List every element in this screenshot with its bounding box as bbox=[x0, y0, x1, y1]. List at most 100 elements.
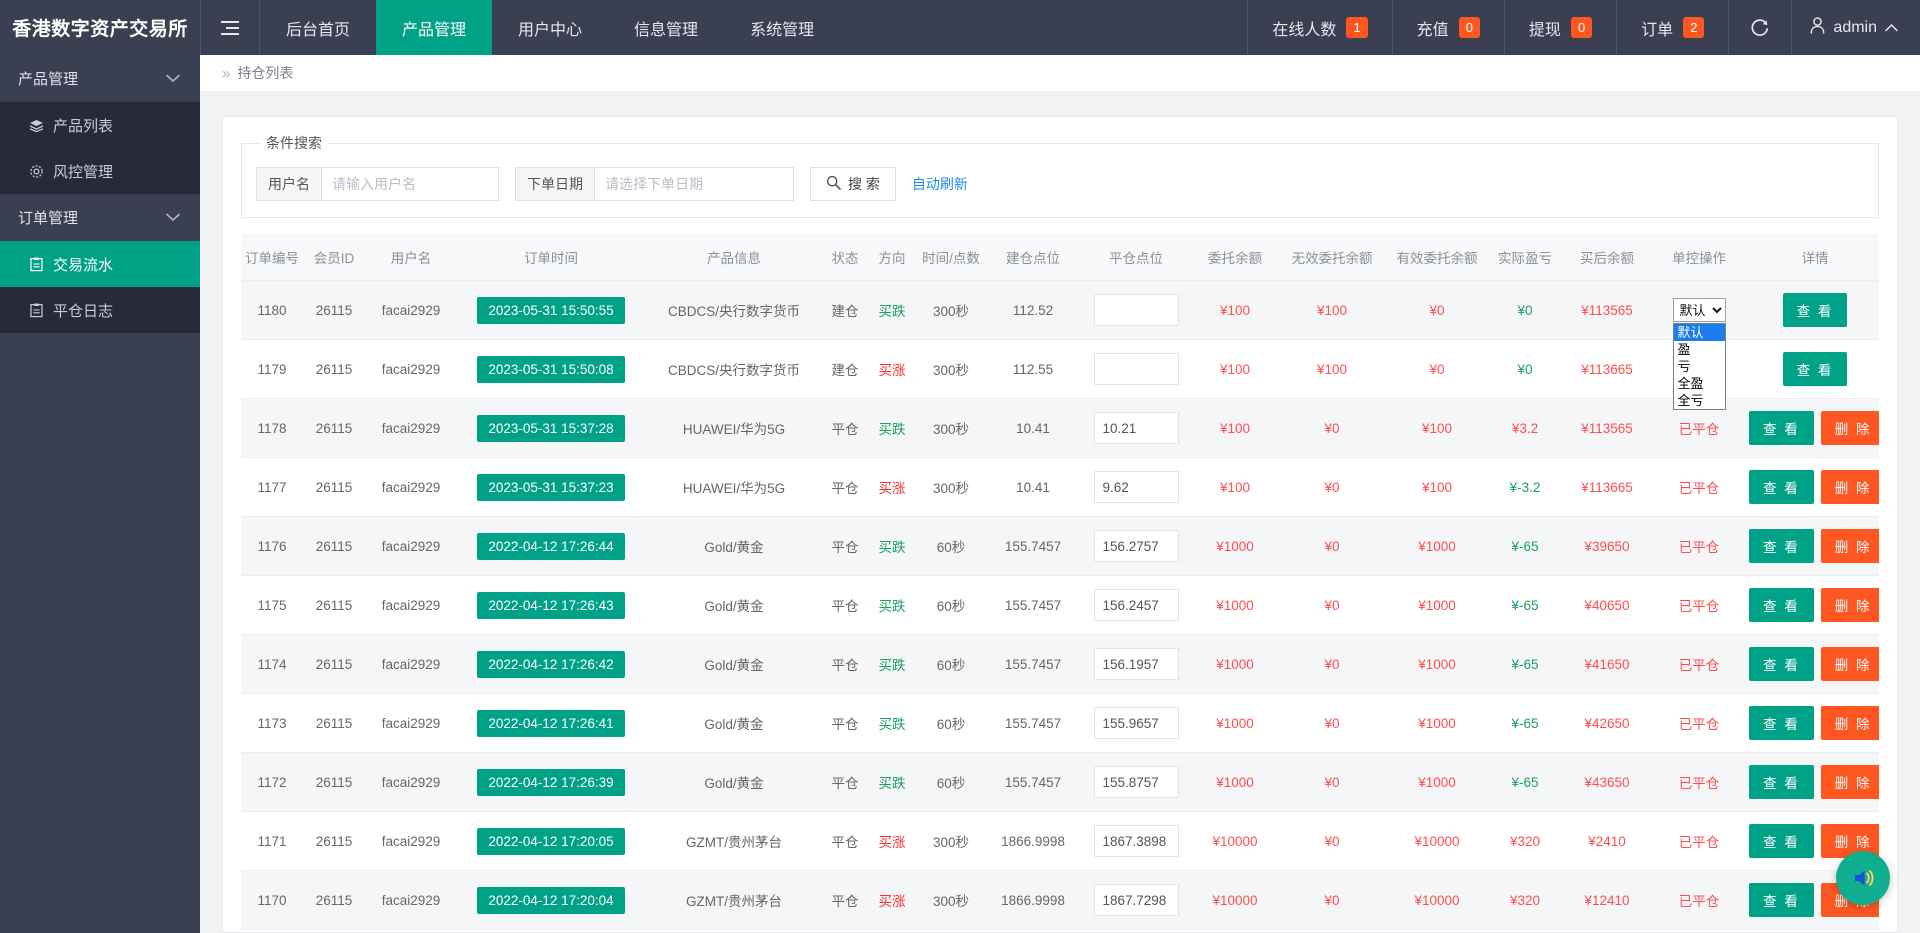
stat-online-users-badge: 1 bbox=[1346, 17, 1368, 38]
entrust-balance-value: ¥1000 bbox=[1216, 597, 1254, 613]
search-date-input[interactable] bbox=[594, 167, 794, 202]
entrust-balance-value: ¥1000 bbox=[1216, 774, 1254, 790]
delete-button[interactable]: 删 除 bbox=[1820, 411, 1879, 446]
view-button[interactable]: 查 看 bbox=[1749, 529, 1814, 564]
cell-close-point bbox=[1081, 280, 1191, 341]
cell-close-point bbox=[1081, 398, 1191, 459]
cell-invalid-entrust-balance: ¥0 bbox=[1279, 693, 1385, 754]
cell-valid-entrust-balance: ¥0 bbox=[1385, 280, 1489, 341]
dropdown-option[interactable]: 全盈 bbox=[1674, 375, 1725, 392]
nav-item-dashboard[interactable]: 后台首页 bbox=[260, 0, 376, 55]
close-status-label: 已平仓 bbox=[1678, 717, 1720, 733]
stat-orders[interactable]: 订单 2 bbox=[1617, 0, 1728, 55]
view-button[interactable]: 查 看 bbox=[1749, 706, 1814, 741]
close-status-label: 已平仓 bbox=[1678, 540, 1720, 556]
cell-actual-pnl: ¥0 bbox=[1489, 339, 1561, 400]
close-point-input[interactable] bbox=[1093, 825, 1179, 858]
delete-button[interactable]: 删 除 bbox=[1820, 647, 1879, 682]
close-point-input[interactable] bbox=[1093, 353, 1179, 386]
search-username-input[interactable] bbox=[321, 167, 499, 202]
view-button[interactable]: 查 看 bbox=[1749, 883, 1814, 918]
cell-status: 建仓 bbox=[823, 280, 867, 341]
cell-order-time: 2022-04-12 17:26:42 bbox=[457, 634, 645, 695]
delete-button[interactable]: 删 除 bbox=[1820, 588, 1879, 623]
direction-label: 买涨 bbox=[878, 835, 906, 851]
search-row: 用户名 下单日期 bbox=[256, 161, 1864, 202]
view-button[interactable]: 查 看 bbox=[1749, 588, 1814, 623]
balance-after-value: ¥43650 bbox=[1584, 774, 1630, 790]
sidebar-item-transaction-flow[interactable]: 交易流水 bbox=[0, 241, 200, 287]
delete-button[interactable]: 删 除 bbox=[1820, 706, 1879, 741]
cell-duration: 300秒 bbox=[917, 811, 985, 872]
invalid-entrust-value: ¥0 bbox=[1324, 597, 1340, 613]
table-row: 1180 26115 facai2929 2023-05-31 15:50:55 CBD… bbox=[241, 280, 1879, 341]
sidebar-item-product-list[interactable]: 产品列表 bbox=[0, 102, 200, 148]
view-button[interactable]: 查 看 bbox=[1782, 352, 1848, 387]
cell-duration: 300秒 bbox=[917, 280, 985, 341]
col-open-point: 建仓点位 bbox=[985, 234, 1081, 282]
table-row: 1174 26115 facai2929 2022-04-12 17:26:42 Gol… bbox=[241, 634, 1879, 695]
close-point-input[interactable] bbox=[1093, 294, 1179, 327]
refresh-icon[interactable] bbox=[1729, 0, 1791, 55]
dropdown-option[interactable]: 盈 bbox=[1674, 341, 1725, 358]
nav-item-product-management[interactable]: 产品管理 bbox=[376, 0, 493, 55]
nav-item-info-management[interactable]: 信息管理 bbox=[608, 0, 724, 55]
view-button[interactable]: 查 看 bbox=[1749, 470, 1814, 505]
close-point-input[interactable] bbox=[1093, 412, 1179, 445]
cell-username: facai2929 bbox=[365, 811, 457, 872]
dropdown-option[interactable]: 亏 bbox=[1674, 358, 1725, 375]
close-point-input[interactable] bbox=[1093, 648, 1179, 681]
search-button[interactable]: 搜 索 bbox=[810, 167, 896, 202]
delete-button[interactable]: 删 除 bbox=[1820, 765, 1879, 800]
cell-order-time: 2023-05-31 15:50:55 bbox=[457, 280, 645, 341]
cell-order-time: 2022-04-12 17:20:04 bbox=[457, 870, 645, 931]
table-row: 1170 26115 facai2929 2022-04-12 17:20:04 GZM… bbox=[241, 870, 1879, 931]
single-control-dropdown-list[interactable]: 默认盈亏全盈 全亏 bbox=[1672, 323, 1726, 411]
delete-button[interactable]: 删 除 bbox=[1820, 529, 1879, 564]
close-point-input[interactable] bbox=[1093, 766, 1179, 799]
auto-refresh-link[interactable]: 自动刷新 bbox=[912, 174, 968, 194]
close-status-label: 已平仓 bbox=[1678, 894, 1720, 910]
view-button[interactable]: 查 看 bbox=[1749, 411, 1814, 446]
nav-item-system-management[interactable]: 系统管理 bbox=[724, 0, 840, 55]
delete-button[interactable]: 删 除 bbox=[1820, 470, 1879, 505]
view-button[interactable]: 查 看 bbox=[1782, 293, 1848, 328]
nav-item-user-center[interactable]: 用户中心 bbox=[492, 0, 608, 55]
sidebar-item-close-position-log[interactable]: 平仓日志 bbox=[0, 287, 200, 333]
valid-entrust-value: ¥0 bbox=[1429, 302, 1445, 318]
stat-withdraw[interactable]: 提现 0 bbox=[1505, 0, 1616, 55]
table-row: 1178 26115 facai2929 2023-05-31 15:37:28 HUA… bbox=[241, 398, 1879, 459]
close-status-label: 已平仓 bbox=[1678, 422, 1720, 438]
stat-deposit-badge: 0 bbox=[1458, 17, 1480, 38]
dropdown-option[interactable]: 全亏 bbox=[1674, 392, 1725, 409]
entrust-balance-value: ¥100 bbox=[1219, 479, 1251, 495]
user-menu[interactable]: admin bbox=[1792, 0, 1920, 55]
cell-balance-after: ¥12410 bbox=[1561, 870, 1653, 931]
sidebar-group-product-management[interactable]: 产品管理 bbox=[0, 55, 200, 102]
stat-deposit[interactable]: 充值 0 bbox=[1393, 0, 1504, 55]
close-point-input[interactable] bbox=[1093, 471, 1179, 504]
close-point-input[interactable] bbox=[1093, 530, 1179, 563]
stat-online-users[interactable]: 在线人数 1 bbox=[1248, 0, 1391, 55]
close-point-input[interactable] bbox=[1093, 707, 1179, 740]
cell-status: 平仓 bbox=[823, 457, 867, 518]
cell-product: Gold/黄金 bbox=[645, 752, 823, 813]
view-button[interactable]: 查 看 bbox=[1749, 647, 1814, 682]
valid-entrust-value: ¥100 bbox=[1421, 479, 1453, 495]
entrust-balance-value: ¥1000 bbox=[1216, 656, 1254, 672]
single-control-select[interactable]: 默认盈亏全盈全亏 bbox=[1672, 298, 1726, 323]
close-point-input[interactable] bbox=[1093, 589, 1179, 622]
cell-order-time: 2022-04-12 17:26:44 bbox=[457, 516, 645, 577]
cell-username: facai2929 bbox=[365, 457, 457, 518]
sidebar-group-order-management[interactable]: 订单管理 bbox=[0, 194, 200, 241]
close-point-input[interactable] bbox=[1093, 884, 1179, 917]
sidebar-item-risk-control[interactable]: 风控管理 bbox=[0, 148, 200, 194]
cell-entrust-balance: ¥1000 bbox=[1191, 575, 1279, 636]
cell-duration: 60秒 bbox=[917, 575, 985, 636]
voice-assistant-fab[interactable] bbox=[1836, 851, 1890, 905]
hamburger-icon[interactable] bbox=[201, 0, 259, 55]
dropdown-option[interactable]: 默认 bbox=[1673, 324, 1725, 342]
view-button[interactable]: 查 看 bbox=[1749, 765, 1814, 800]
cell-details-actions: 查 看 bbox=[1745, 280, 1879, 341]
view-button[interactable]: 查 看 bbox=[1749, 824, 1814, 859]
